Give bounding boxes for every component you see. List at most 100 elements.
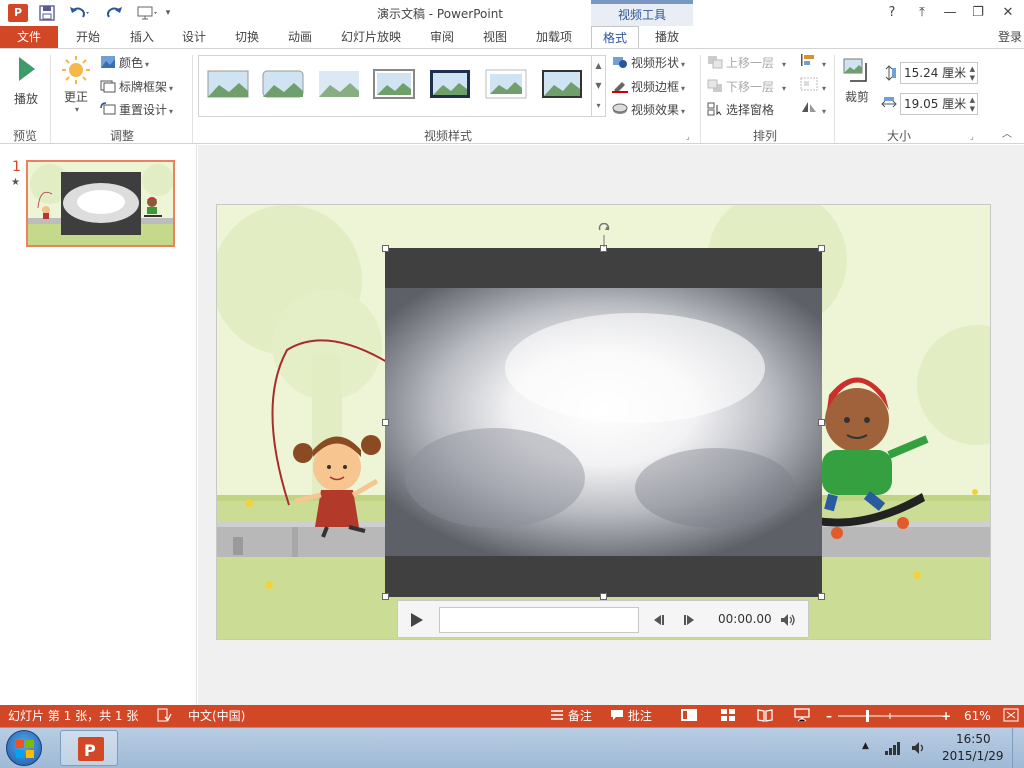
poster-frame-button[interactable]: 标牌框架 ▾	[100, 77, 173, 97]
notes-label: 备注	[567, 709, 592, 723]
skip-forward-icon[interactable]	[680, 610, 700, 630]
video-style-thumb[interactable]	[262, 67, 304, 101]
bring-forward-button[interactable]: 上移一层 ▾	[707, 53, 786, 73]
play-icon	[19, 57, 35, 81]
resize-handle[interactable]	[818, 419, 825, 426]
selection-pane-label: 选择窗格	[726, 103, 775, 117]
tab-addins[interactable]: 加载项	[527, 26, 581, 48]
media-progress-bar[interactable]	[439, 607, 639, 633]
play-preview-button[interactable]: 播放	[8, 55, 44, 107]
skip-back-icon[interactable]	[648, 610, 668, 630]
tab-design[interactable]: 设计	[172, 26, 216, 48]
tab-home[interactable]: 开始	[66, 26, 110, 48]
align-icon[interactable]: ▾	[800, 53, 826, 73]
dialog-launcher-icon[interactable]: ⌟	[970, 127, 974, 147]
group-label-size: 大小	[886, 129, 911, 143]
spelling-check-icon[interactable]	[156, 705, 172, 727]
gallery-more-icon[interactable]: ▾	[591, 96, 605, 116]
notes-icon	[551, 710, 563, 720]
group-objects-icon[interactable]: ▾	[800, 77, 826, 97]
slide-sorter-view-icon[interactable]	[720, 705, 736, 727]
video-border-button[interactable]: 视频边框 ▾	[612, 77, 685, 97]
rotate-icon[interactable]: ▾	[800, 100, 826, 120]
spin-down-icon[interactable]: ▼	[970, 105, 975, 114]
show-desktop-button[interactable]	[1012, 728, 1024, 768]
tab-view[interactable]: 视图	[473, 26, 517, 48]
tab-review[interactable]: 审阅	[420, 26, 464, 48]
tab-insert[interactable]: 插入	[120, 26, 164, 48]
window-title: 演示文稿 - PowerPoint	[376, 7, 504, 21]
taskbar-clock-date[interactable]: 2015/1/29	[942, 749, 1004, 763]
video-style-thumb[interactable]	[541, 67, 583, 101]
spin-up-icon[interactable]: ▲	[970, 65, 975, 74]
help-icon[interactable]: ?	[880, 3, 904, 23]
rotate-handle-icon[interactable]	[597, 222, 611, 252]
zoom-in-icon[interactable]: +	[941, 705, 951, 727]
reset-design-button[interactable]: 重置设计 ▾	[100, 100, 173, 120]
resize-handle[interactable]	[818, 593, 825, 600]
minimize-icon[interactable]: —	[938, 3, 962, 23]
video-style-thumb[interactable]	[485, 67, 527, 101]
tab-format[interactable]: 格式	[591, 26, 639, 49]
normal-view-icon[interactable]	[680, 705, 698, 727]
tab-slideshow[interactable]: 幻灯片放映	[332, 26, 410, 48]
tab-file[interactable]: 文件	[0, 26, 58, 48]
speaker-icon[interactable]	[910, 740, 928, 759]
network-icon[interactable]	[884, 740, 902, 759]
fit-slide-icon[interactable]	[1003, 705, 1019, 727]
comments-button[interactable]: 批注	[610, 705, 652, 727]
close-icon[interactable]: ✕	[996, 3, 1020, 23]
volume-icon[interactable]	[778, 610, 798, 630]
video-effects-icon	[612, 103, 628, 114]
reading-view-icon[interactable]	[757, 705, 773, 727]
tab-playback[interactable]: 播放	[645, 26, 689, 48]
restore-icon[interactable]: ❐	[966, 3, 990, 23]
resize-handle[interactable]	[382, 419, 389, 426]
send-backward-button[interactable]: 下移一层 ▾	[707, 77, 786, 97]
color-button[interactable]: 颜色 ▾	[100, 53, 149, 73]
resize-handle[interactable]	[600, 593, 607, 600]
video-style-thumb[interactable]	[318, 67, 360, 101]
video-style-thumb[interactable]	[207, 67, 249, 101]
gallery-scroll-up-icon[interactable]: ▲	[591, 56, 605, 76]
resize-handle[interactable]	[382, 593, 389, 600]
tab-transitions[interactable]: 切换	[225, 26, 269, 48]
crop-button[interactable]: 裁剪	[842, 55, 872, 105]
width-input[interactable]: 19.05 厘米 ▲ ▼	[900, 93, 978, 115]
video-style-thumb[interactable]	[373, 67, 415, 101]
selection-pane-button[interactable]: 选择窗格	[707, 100, 774, 120]
spin-down-icon[interactable]: ▼	[970, 74, 975, 83]
dialog-launcher-icon[interactable]: ⌟	[686, 127, 690, 147]
taskbar-powerpoint-icon[interactable]: P	[60, 730, 118, 766]
media-time: 00:00.00	[718, 612, 772, 626]
zoom-out-icon[interactable]: –	[826, 705, 832, 727]
media-play-button[interactable]	[404, 608, 428, 632]
collapse-ribbon-icon[interactable]: ︿	[1002, 125, 1012, 145]
slideshow-view-icon[interactable]	[794, 705, 810, 727]
group-separator	[50, 55, 51, 143]
tab-animations[interactable]: 动画	[278, 26, 322, 48]
resize-handle[interactable]	[382, 245, 389, 252]
video-shape-button[interactable]: 视频形状 ▾	[612, 53, 685, 73]
windows-start-icon[interactable]	[6, 730, 42, 766]
windows-taskbar: P ▲ 16:50 2015/1/29	[0, 727, 1024, 768]
language-status[interactable]: 中文(中国)	[188, 705, 245, 727]
taskbar-clock-time[interactable]: 16:50	[956, 732, 991, 746]
corrections-button[interactable]: 更正 ▾	[58, 55, 94, 114]
group-label-arrange: 排列	[752, 129, 777, 143]
video-style-thumb[interactable]	[429, 67, 471, 101]
reset-icon	[100, 102, 116, 115]
resize-handle[interactable]	[818, 245, 825, 252]
show-hidden-icons-icon[interactable]: ▲	[862, 741, 869, 751]
video-object[interactable]	[382, 245, 825, 600]
spin-up-icon[interactable]: ▲	[970, 96, 975, 105]
zoom-level[interactable]: 61%	[964, 705, 991, 727]
ribbon: 播放 预览 更正 ▾ 颜色 ▾ 标牌框架 ▾ 重置设计 ▾ 调整 ▲ ▼ ▾ 视频形状…	[0, 48, 1024, 144]
sign-in-link[interactable]: 登录	[998, 26, 1022, 48]
ribbon-display-options-icon[interactable]: ⤒	[910, 3, 934, 23]
notes-button[interactable]: 备注	[550, 705, 592, 727]
video-effects-button[interactable]: 视频效果 ▾	[612, 100, 685, 120]
height-input[interactable]: 15.24 厘米 ▲ ▼	[900, 62, 978, 84]
slide-thumbnail[interactable]	[26, 160, 175, 247]
gallery-scroll-down-icon[interactable]: ▼	[591, 76, 605, 96]
